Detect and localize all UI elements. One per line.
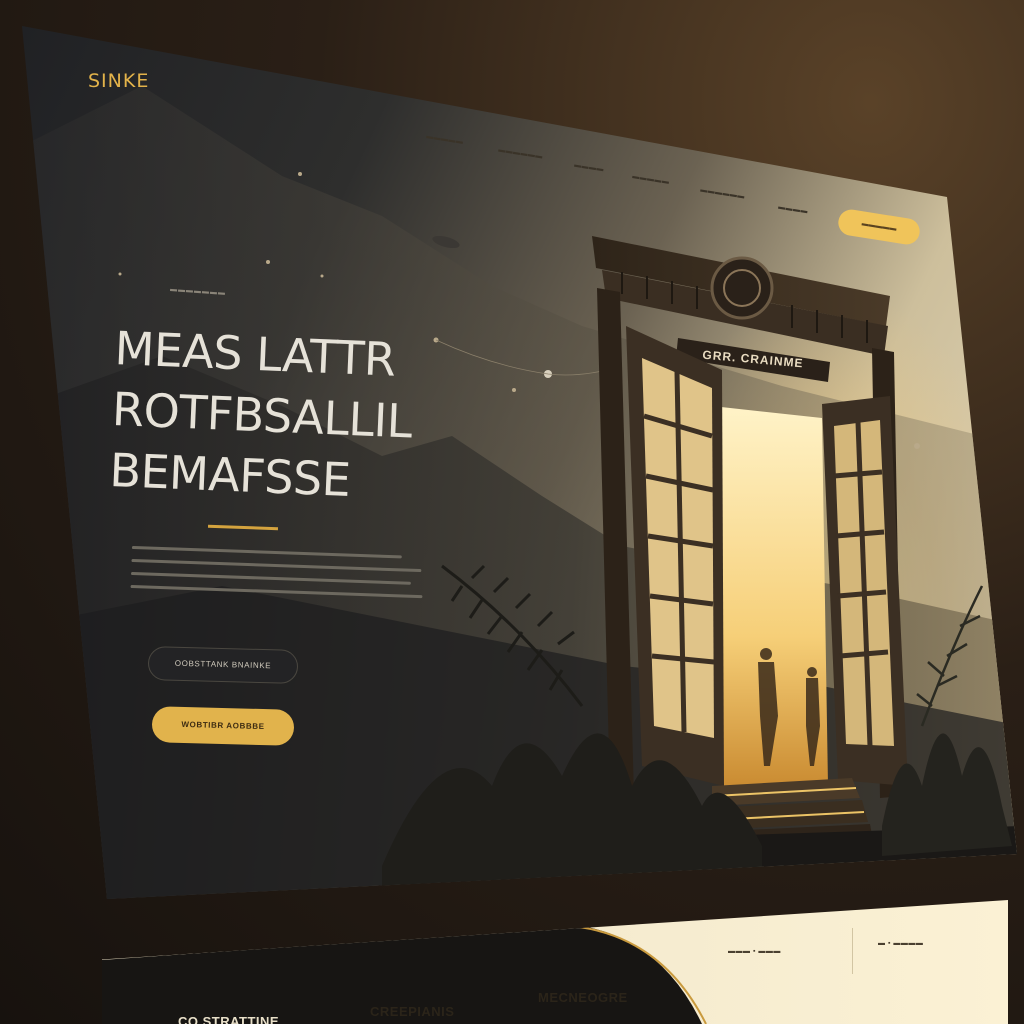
lower-link-1[interactable]: ▬▬▬ ▪ ▬▬▬ (728, 948, 781, 955)
lower-section-panel: ▬▬▬ ▪ ▬▬▬ ▬ ▪ ▬▬▬▬ CO STRATTINE CREEPIAN… (102, 900, 1008, 1024)
doorway-illustration (382, 236, 1017, 899)
lower-heading-3: MECNEOGRE (538, 990, 628, 1005)
lower-divider (852, 928, 853, 974)
lower-heading-2: CREEPIANIS (370, 1004, 455, 1019)
hero-screen: SINKE ▬▬▬▬▬ ▬▬▬▬▬▬ ▬▬▬▬ ▬▬▬▬▬ ▬▬▬▬▬▬ ▬▬▬… (22, 26, 1017, 899)
lower-dark-wave (102, 925, 707, 1024)
lower-heading-1: CO STRATTINE (178, 1014, 280, 1024)
lower-link-2[interactable]: ▬ ▪ ▬▬▬▬ (878, 940, 923, 947)
